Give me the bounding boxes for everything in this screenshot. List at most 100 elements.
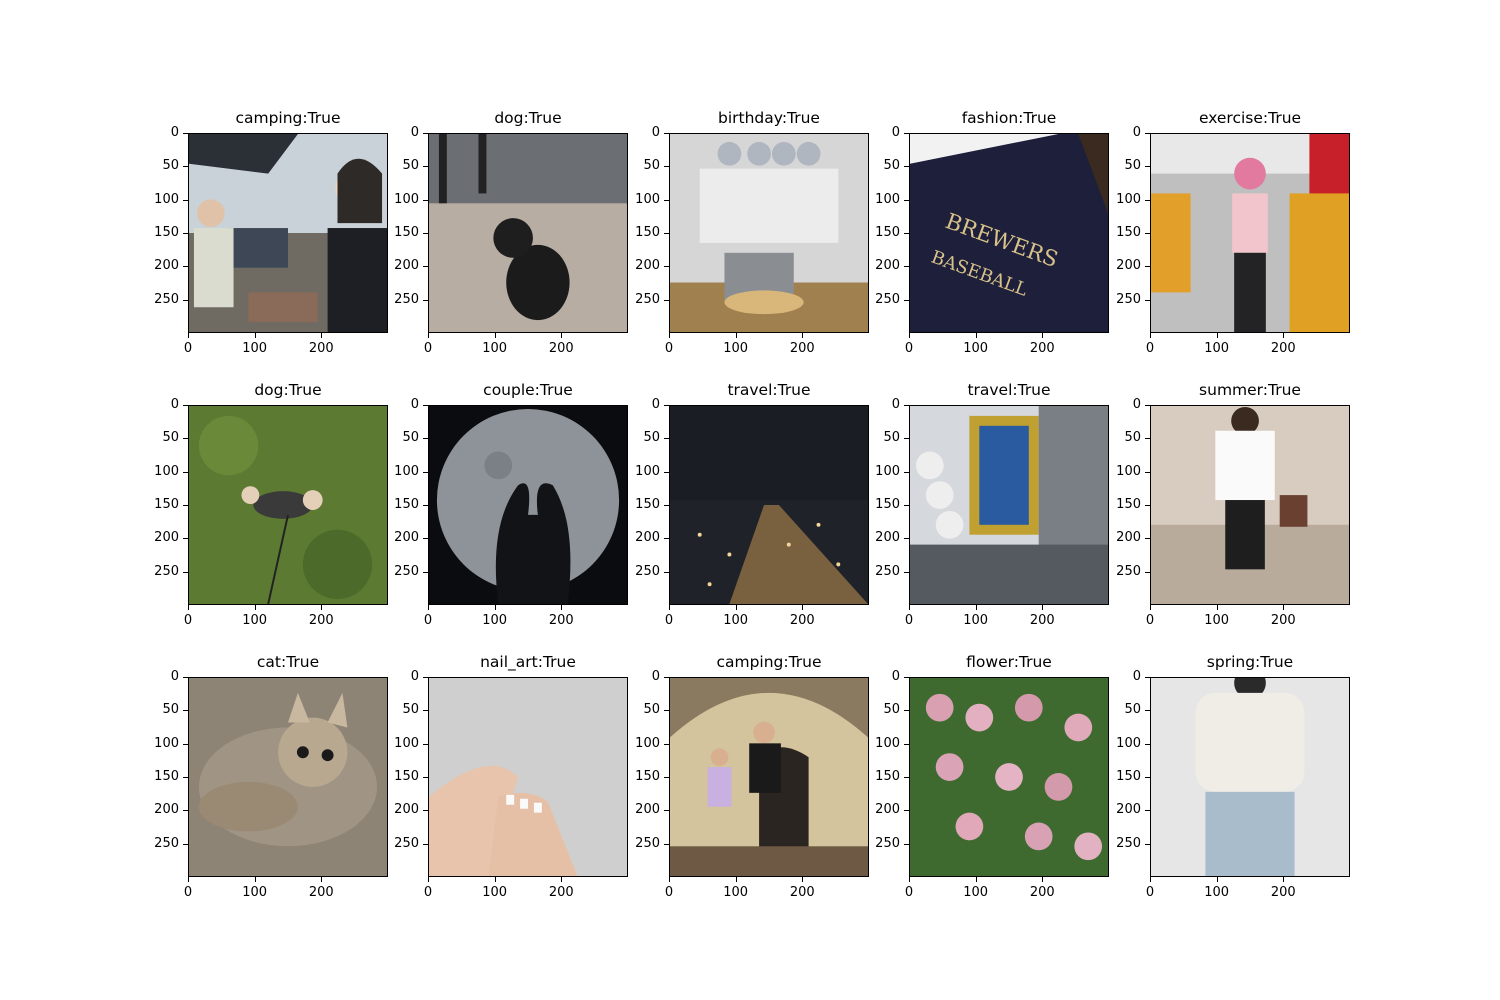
x-tick-mark [1042, 877, 1044, 882]
y-tick-mark [183, 199, 188, 201]
y-tick-mark [423, 199, 428, 201]
y-tick-label: 100 [635, 735, 660, 751]
y-tick-label: 150 [875, 497, 900, 512]
x-tick-mark [735, 877, 737, 882]
x-tick-label: 0 [1145, 341, 1155, 356]
y-tick-label: 100 [875, 463, 900, 479]
x-tick-label: 200 [308, 613, 334, 628]
x-tick-label: 200 [789, 613, 815, 628]
y-tick-mark [904, 199, 909, 201]
x-tick-mark [1150, 877, 1151, 882]
x-tick-mark [1042, 333, 1044, 338]
x-tick-mark [1150, 333, 1151, 338]
nail-art-hands-photo [428, 677, 628, 877]
y-tick-mark [664, 266, 669, 268]
image-panel: flower:True 0 50 100 150 200 250 0 100 200 [875, 653, 1109, 900]
moon-silhouette-photo [428, 405, 628, 605]
x-tick-mark [802, 605, 804, 610]
y-tick-mark [423, 843, 428, 845]
x-tick-mark [1283, 877, 1285, 882]
y-tick-label: 0 [891, 397, 900, 412]
y-tick-label: 250 [1116, 835, 1141, 851]
y-tick-label: 250 [394, 835, 419, 851]
x-tick-mark [254, 877, 256, 882]
y-tick-mark [183, 405, 188, 406]
y-tick-mark [1145, 505, 1150, 506]
y-tick-label: 0 [410, 125, 419, 140]
y-tick-mark [423, 777, 428, 778]
y-tick-mark [183, 843, 188, 845]
x-tick-label: 0 [664, 885, 674, 900]
y-tick-mark [1145, 438, 1150, 440]
y-tick-label: 100 [154, 191, 179, 207]
x-tick-mark [494, 333, 496, 338]
panel-title: dog:True [254, 381, 322, 399]
x-tick-mark [321, 877, 323, 882]
x-tick-mark [428, 605, 429, 610]
y-tick-label: 200 [635, 802, 660, 818]
y-tick-label: 0 [651, 669, 660, 684]
x-tick-label: 200 [548, 613, 574, 628]
y-tick-label: 150 [1116, 497, 1141, 512]
y-tick-mark [664, 166, 669, 168]
x-tick-mark [1216, 333, 1218, 338]
x-tick-label: 0 [423, 341, 433, 356]
y-tick-mark [1145, 199, 1150, 201]
x-tick-label: 100 [242, 613, 268, 628]
x-tick-label: 0 [423, 613, 433, 628]
y-tick-label: 50 [162, 702, 179, 718]
x-tick-label: 0 [904, 341, 914, 356]
y-tick-mark [1145, 299, 1150, 301]
city-billboards-photo [909, 405, 1109, 605]
x-tick-label: 200 [1029, 341, 1055, 356]
kitten-photo [188, 677, 388, 877]
panel-title: couple:True [483, 381, 573, 399]
y-tick-mark [423, 505, 428, 506]
y-tick-label: 150 [635, 225, 660, 240]
x-tick-label: 0 [423, 885, 433, 900]
x-tick-mark [735, 605, 737, 610]
y-tick-label: 250 [875, 291, 900, 307]
y-tick-mark [1145, 133, 1150, 134]
y-tick-mark [664, 405, 669, 406]
y-tick-label: 50 [643, 430, 660, 446]
y-tick-label: 250 [1116, 291, 1141, 307]
y-tick-label: 100 [1116, 735, 1141, 751]
x-tick-mark [1216, 605, 1218, 610]
family-camping-tent-photo [669, 677, 869, 877]
x-tick-label: 100 [242, 885, 268, 900]
y-tick-label: 200 [875, 802, 900, 818]
x-tick-mark [188, 333, 189, 338]
y-tick-label: 100 [875, 735, 900, 751]
y-tick-mark [183, 777, 188, 778]
y-tick-label: 200 [875, 258, 900, 274]
y-tick-mark [664, 710, 669, 712]
gym-selfie-photo [1150, 133, 1350, 333]
y-tick-label: 200 [394, 258, 419, 274]
y-tick-label: 100 [635, 191, 660, 207]
y-tick-mark [664, 299, 669, 301]
y-tick-mark [904, 133, 909, 134]
y-tick-mark [1145, 166, 1150, 168]
image-panel: fashion:True BREWERS BASEBALL 0 50 100 150 20… [875, 109, 1109, 356]
y-tick-label: 250 [154, 835, 179, 851]
y-tick-label: 250 [635, 563, 660, 579]
image-panel: cat:True 0 50 100 150 200 250 0 100 200 [154, 653, 388, 900]
x-tick-label: 0 [183, 613, 193, 628]
x-tick-mark [735, 333, 737, 338]
y-tick-mark [904, 471, 909, 473]
y-tick-mark [423, 810, 428, 812]
image-panel: camping:True 0 50 100 150 200 250 0 100 200 [154, 109, 388, 356]
y-tick-mark [423, 133, 428, 134]
y-tick-mark [423, 710, 428, 712]
y-tick-label: 200 [1116, 258, 1141, 274]
y-tick-mark [664, 571, 669, 573]
y-tick-label: 100 [154, 463, 179, 479]
y-tick-label: 50 [643, 158, 660, 174]
y-tick-mark [423, 743, 428, 745]
y-tick-label: 200 [1116, 802, 1141, 818]
y-tick-mark [1145, 810, 1150, 812]
brewers-tshirt-photo: BREWERS BASEBALL [909, 133, 1109, 333]
x-tick-label: 100 [242, 341, 268, 356]
x-tick-mark [254, 333, 256, 338]
